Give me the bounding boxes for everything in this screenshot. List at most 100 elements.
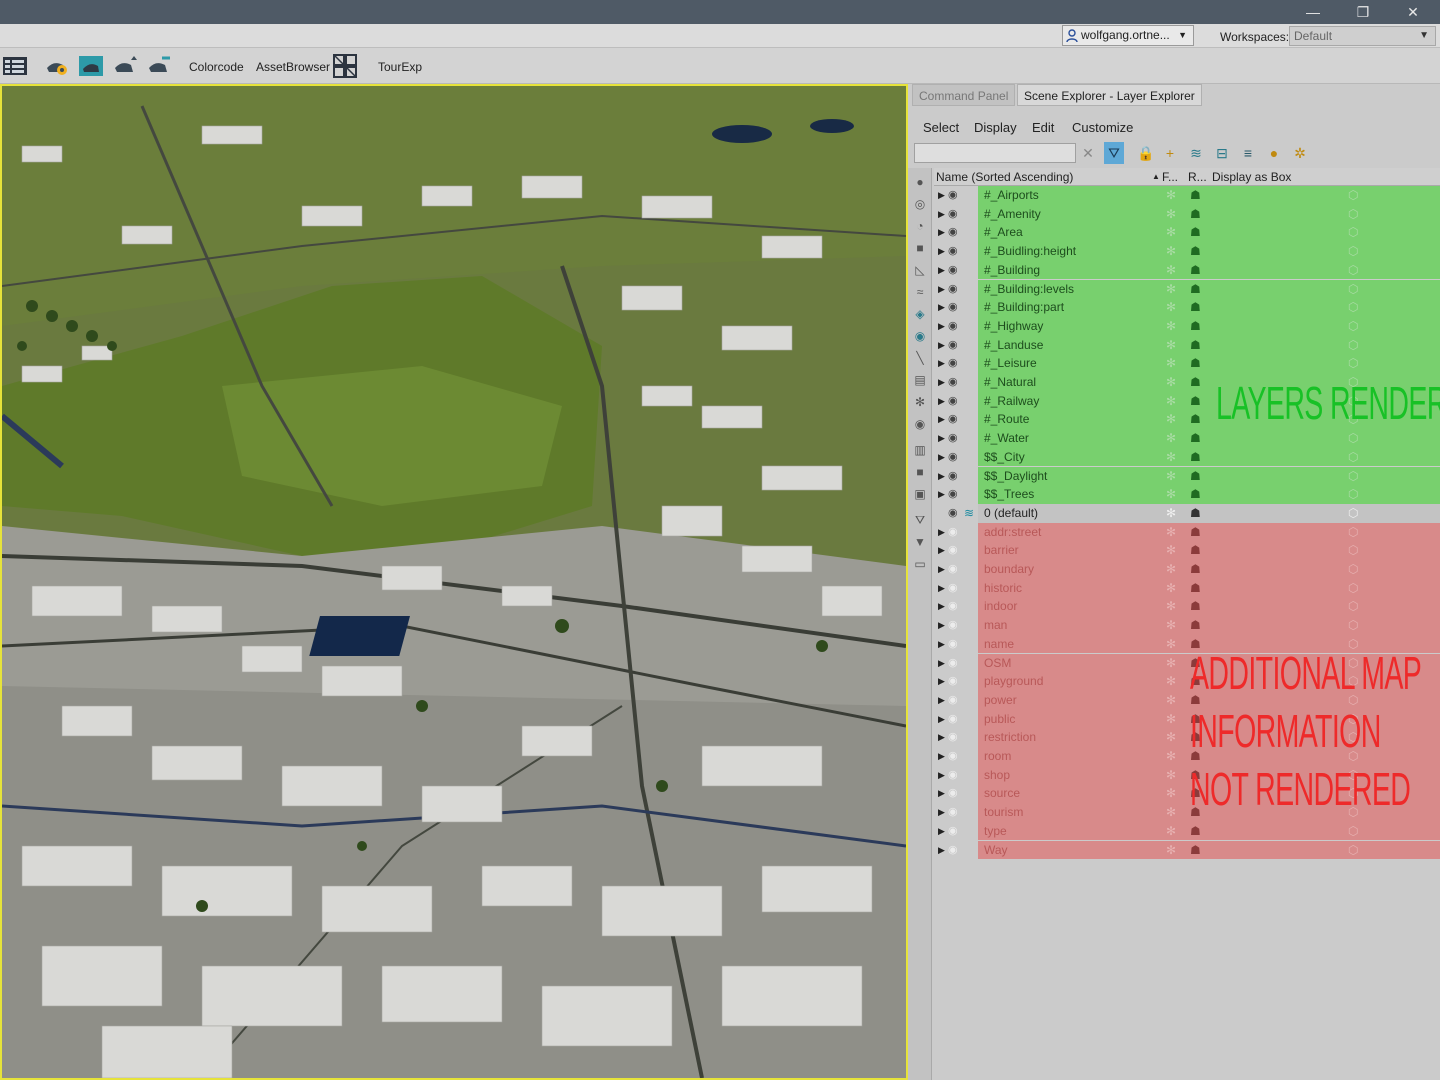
minimize-button[interactable]: — — [1288, 0, 1338, 24]
layer-row[interactable]: ▶ ◉ #_Airports ✻ ☗ ⬡ — [934, 186, 1440, 205]
freeze-icon[interactable]: ✻ — [1166, 822, 1176, 840]
render-teapot-icon[interactable]: ☗ — [1190, 373, 1201, 391]
render-teapot-icon[interactable]: ☗ — [1190, 317, 1201, 335]
expand-arrow-icon[interactable]: ▶ — [938, 541, 948, 559]
display-as-box-icon[interactable]: ⬡ — [1348, 280, 1358, 298]
display-as-box-icon[interactable]: ⬡ — [1348, 504, 1358, 522]
display-all-icon[interactable]: ▥ — [912, 442, 928, 458]
display-as-box-icon[interactable]: ⬡ — [1348, 523, 1358, 541]
expand-arrow-icon[interactable]: ▶ — [938, 280, 948, 298]
toolbox-icon[interactable]: ▭ — [912, 556, 928, 572]
layer-name[interactable]: OSM — [984, 654, 1011, 672]
layer-name[interactable]: #_Natural — [984, 373, 1036, 391]
expand-arrow-icon[interactable]: ▶ — [938, 691, 948, 709]
expand-arrow-icon[interactable]: ▶ — [938, 317, 948, 335]
layer-name[interactable]: restriction — [984, 728, 1036, 746]
layer-row[interactable]: ▶ ◉ #_Landuse ✻ ☗ ⬡ — [934, 335, 1440, 355]
layer-name[interactable]: power — [984, 691, 1017, 709]
layer-name[interactable]: #_Route — [984, 410, 1029, 428]
hierarchy-icon[interactable]: ⊟ — [1212, 142, 1232, 164]
layer-row[interactable]: ▶ ◉ #_Highway ✻ ☗ ⬡ — [934, 316, 1440, 336]
visibility-eye-icon[interactable]: ◉ — [948, 803, 962, 821]
lights-icon[interactable]: ◔ — [912, 218, 928, 234]
layer-row[interactable]: ▶ ◉ #_Amenity ✻ ☗ ⬡ — [934, 204, 1440, 224]
layer-row[interactable]: ▶ ◉ #_Building:part ✻ ☗ ⬡ — [934, 298, 1440, 317]
layer-row[interactable]: ▶ ◉ type ✻ ☗ ⬡ — [934, 821, 1440, 841]
restore-button[interactable]: ❐ — [1338, 0, 1388, 24]
visibility-eye-icon[interactable]: ◉ — [948, 429, 962, 447]
display-as-box-icon[interactable]: ⬡ — [1348, 560, 1358, 578]
expand-arrow-icon[interactable]: ▶ — [938, 467, 948, 485]
expand-arrow-icon[interactable]: ▶ — [938, 448, 948, 466]
expand-arrow-icon[interactable]: ▶ — [938, 242, 948, 260]
render-production-icon[interactable] — [112, 54, 138, 78]
visibility-eye-icon[interactable]: ◉ — [948, 186, 962, 204]
expand-arrow-icon[interactable]: ▶ — [938, 766, 948, 784]
display-as-box-icon[interactable]: ⬡ — [1348, 205, 1358, 223]
layer-name[interactable]: $$_Trees — [984, 485, 1034, 503]
layer-name[interactable]: #_Airports — [984, 186, 1039, 204]
visibility-eye-icon[interactable]: ◉ — [948, 710, 962, 728]
expand-arrow-icon[interactable]: ▶ — [938, 822, 948, 840]
filter-icon[interactable]: ⛛ — [1104, 142, 1124, 164]
viewport-3d[interactable] — [0, 84, 908, 1080]
visibility-eye-icon[interactable]: ◉ — [948, 654, 962, 672]
layer-row[interactable]: ▶ ◉ #_Building ✻ ☗ ⬡ — [934, 260, 1440, 280]
layer-name[interactable]: Way — [984, 841, 1008, 859]
tab-scene-explorer[interactable]: Scene Explorer - Layer Explorer — [1017, 84, 1202, 106]
groups-icon[interactable]: ◈ — [912, 306, 928, 322]
expand-arrow-icon[interactable]: ▶ — [938, 579, 948, 597]
freeze-icon[interactable]: ✻ — [1166, 803, 1176, 821]
display-as-box-icon[interactable]: ⬡ — [1348, 541, 1358, 559]
freeze-icon[interactable]: ✻ — [1166, 280, 1176, 298]
close-button[interactable]: ✕ — [1388, 0, 1438, 24]
freeze-icon[interactable]: ✻ — [1166, 672, 1176, 690]
layer-name[interactable]: #_Highway — [984, 317, 1043, 335]
expand-arrow-icon[interactable]: ▶ — [938, 523, 948, 541]
visibility-eye-icon[interactable]: ◉ — [948, 373, 962, 391]
visibility-eye-icon[interactable]: ◉ — [948, 205, 962, 223]
freeze-icon[interactable]: ✻ — [1166, 560, 1176, 578]
render-teapot-icon[interactable]: ☗ — [1190, 579, 1201, 597]
render-teapot-icon[interactable]: ☗ — [1190, 298, 1201, 316]
display-as-box-icon[interactable]: ⬡ — [1348, 429, 1358, 447]
layer-row[interactable]: ▶ ◉ indoor ✻ ☗ ⬡ — [934, 597, 1440, 617]
expand-arrow-icon[interactable]: ▶ — [938, 635, 948, 653]
freeze-icon[interactable]: ✻ — [1166, 841, 1176, 859]
layer-name[interactable]: public — [984, 710, 1015, 728]
render-teapot-icon[interactable]: ☗ — [1190, 841, 1201, 859]
layer-name[interactable]: #_Water — [984, 429, 1029, 447]
expand-arrow-icon[interactable]: ▶ — [938, 373, 948, 391]
layer-name[interactable]: 0 (default) — [984, 504, 1038, 522]
visibility-eye-icon[interactable]: ◉ — [948, 747, 962, 765]
freeze-icon[interactable]: ✻ — [1166, 485, 1176, 503]
shapes-icon[interactable]: ◎ — [912, 196, 928, 212]
layer-name[interactable]: indoor — [984, 597, 1017, 615]
layer-name[interactable]: #_Leisure — [984, 354, 1037, 372]
layer-row[interactable]: ▶ ◉ historic ✻ ☗ ⬡ — [934, 578, 1440, 598]
column-renderable[interactable]: R... — [1188, 168, 1207, 186]
visibility-eye-icon[interactable]: ◉ — [948, 298, 962, 316]
expand-arrow-icon[interactable]: ▶ — [938, 728, 948, 746]
layer-row[interactable]: ▶ ◉ #_Building:levels ✻ ☗ ⬡ — [934, 279, 1440, 299]
expand-arrow-icon[interactable]: ▶ — [938, 784, 948, 802]
menu-display[interactable]: Display — [974, 120, 1017, 135]
freeze-icon[interactable]: ✻ — [1166, 504, 1176, 522]
column-display-as-box[interactable]: Display as Box — [1212, 168, 1291, 186]
freeze-icon[interactable]: ✻ — [1166, 448, 1176, 466]
visibility-eye-icon[interactable]: ◉ — [948, 280, 962, 298]
tourexp-button[interactable]: TourExp — [378, 60, 422, 74]
freeze-icon[interactable]: ✻ — [1166, 298, 1176, 316]
layer-name[interactable]: #_Building — [984, 261, 1040, 279]
freeze-icon[interactable]: ✻ — [1166, 261, 1176, 279]
render-teapot-icon[interactable]: ☗ — [1190, 504, 1201, 522]
visibility-eye-icon[interactable]: ◉ — [948, 523, 962, 541]
layer-name[interactable]: playground — [984, 672, 1043, 690]
freeze-icon[interactable]: ✻ — [1166, 242, 1176, 260]
visibility-eye-icon[interactable]: ◉ — [948, 672, 962, 690]
geometry-icon[interactable]: ● — [912, 174, 928, 190]
render-teapot-icon[interactable]: ☗ — [1190, 261, 1201, 279]
layer-row[interactable]: ▶ ◉ $$_Daylight ✻ ☗ ⬡ — [934, 466, 1440, 486]
freeze-icon[interactable]: ✻ — [1166, 429, 1176, 447]
render-teapot-icon[interactable]: ☗ — [1190, 541, 1201, 559]
